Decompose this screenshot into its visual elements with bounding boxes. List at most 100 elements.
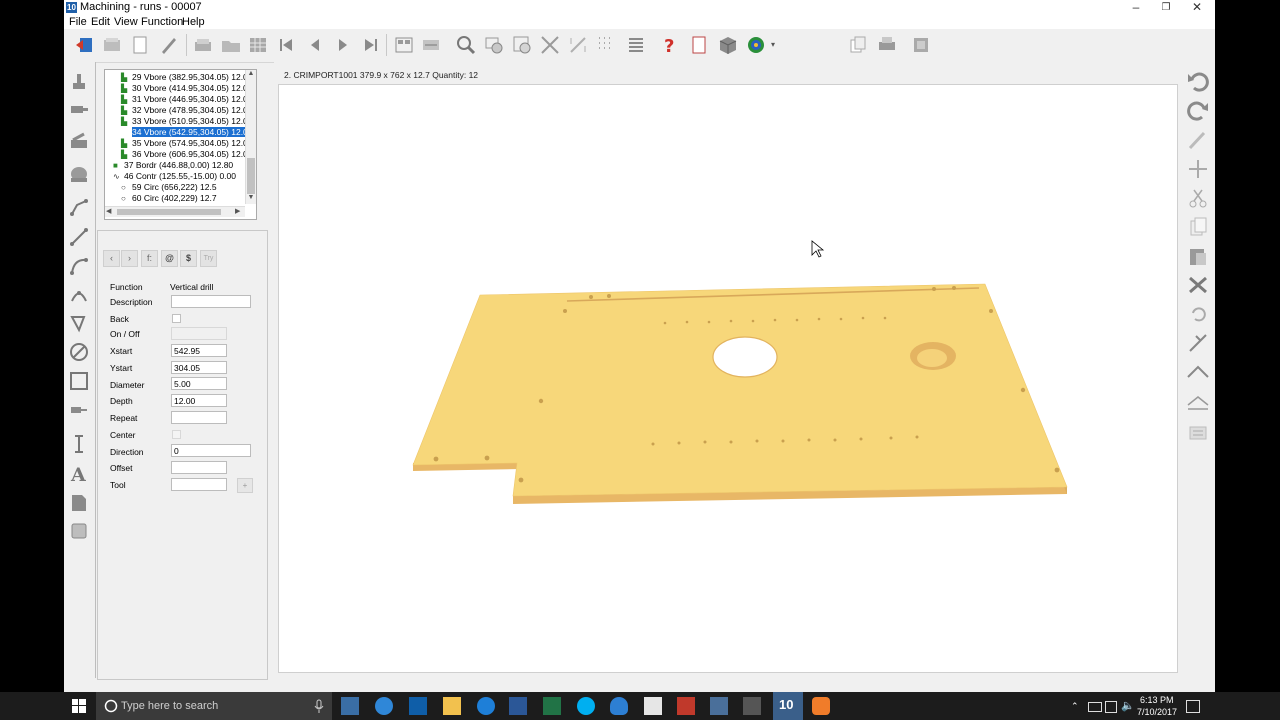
- formula-button[interactable]: f:: [141, 250, 158, 267]
- import-icon[interactable]: [74, 34, 96, 56]
- saw-icon[interactable]: [68, 130, 90, 152]
- delete-icon[interactable]: [1186, 274, 1210, 296]
- menu-function[interactable]: Function: [141, 16, 183, 28]
- restore-icon[interactable]: ❐: [1151, 0, 1181, 15]
- optimize-icon[interactable]: [420, 34, 442, 56]
- layout-icon[interactable]: [393, 34, 415, 56]
- tool-field[interactable]: [171, 478, 227, 491]
- open-icon[interactable]: [101, 34, 123, 56]
- panel-part[interactable]: [412, 283, 1068, 504]
- circle-icon[interactable]: [68, 341, 90, 363]
- export-icon[interactable]: [910, 34, 932, 56]
- tree-item[interactable]: ▙ 31 Vbore (446.95,304.05) 12.00: [109, 94, 253, 105]
- move-icon[interactable]: [1186, 158, 1210, 180]
- rectangle-icon[interactable]: [68, 370, 90, 392]
- list-icon[interactable]: [624, 34, 646, 56]
- properties-icon[interactable]: [1186, 422, 1210, 444]
- try-button[interactable]: Try: [200, 250, 217, 267]
- text-cursor-icon[interactable]: [68, 433, 90, 455]
- folder-icon[interactable]: [220, 34, 242, 56]
- pencil-icon[interactable]: [1186, 129, 1210, 151]
- minimize-icon[interactable]: –: [1121, 0, 1151, 15]
- clock-date[interactable]: 7/10/2017: [1137, 707, 1177, 717]
- zoom-icon[interactable]: [455, 34, 477, 56]
- tool-browse-button[interactable]: +: [237, 478, 253, 493]
- paste-icon[interactable]: [1186, 245, 1210, 267]
- tree-item[interactable]: ▙ 29 Vbore (382.95,304.05) 12.00: [109, 72, 253, 83]
- center-checkbox[interactable]: [172, 430, 181, 439]
- disc-icon[interactable]: [68, 163, 90, 185]
- settings-app-icon[interactable]: [743, 697, 761, 715]
- outlook-icon[interactable]: [409, 697, 427, 715]
- tree-item[interactable]: ▙ 30 Vbore (414.95,304.05) 12.00: [109, 83, 253, 94]
- tree-item[interactable]: ▙ 33 Vbore (510.95,304.05) 12.00: [109, 116, 253, 127]
- last-icon[interactable]: [360, 34, 382, 56]
- grid-icon[interactable]: [247, 34, 269, 56]
- panel-icon[interactable]: [68, 520, 90, 542]
- zoom-fit-icon[interactable]: [511, 34, 533, 56]
- onedrive-icon[interactable]: [610, 697, 628, 715]
- zoom-window-icon[interactable]: [483, 34, 505, 56]
- chrome-icon[interactable]: [375, 697, 393, 715]
- scroll-down-icon[interactable]: ▼: [246, 194, 256, 204]
- repeat-field[interactable]: [171, 411, 227, 424]
- tree-hscroll-thumb[interactable]: [117, 209, 221, 215]
- depth-field[interactable]: 12.00: [171, 394, 227, 407]
- extend-icon[interactable]: [1186, 361, 1210, 383]
- label-icon[interactable]: [68, 492, 90, 514]
- offset-field[interactable]: [171, 461, 227, 474]
- network-icon[interactable]: [1105, 701, 1117, 713]
- prev-property-button[interactable]: ‹: [103, 250, 120, 267]
- previous-icon[interactable]: [304, 34, 326, 56]
- polyline-icon[interactable]: [68, 196, 90, 218]
- measure-icon[interactable]: [539, 34, 561, 56]
- help-icon[interactable]: ?: [658, 34, 680, 56]
- xstart-field[interactable]: 542.95: [171, 344, 227, 357]
- cut-icon[interactable]: [1186, 187, 1210, 209]
- microphone-icon[interactable]: [314, 699, 324, 713]
- tree-item[interactable]: ○ 59 Circ (656,222) 12.5: [109, 182, 217, 193]
- next-property-button[interactable]: ›: [121, 250, 138, 267]
- notifications-icon[interactable]: [1186, 700, 1200, 713]
- tree-item[interactable]: ▙ 34 Vbore (542.95,304.05) 12.00: [109, 127, 253, 138]
- at-button[interactable]: @: [161, 250, 178, 267]
- file-explorer-icon[interactable]: [443, 697, 461, 715]
- next-icon[interactable]: [332, 34, 354, 56]
- volume-icon[interactable]: 🔈: [1121, 699, 1135, 712]
- tree-item[interactable]: ▙ 35 Vbore (574.95,304.05) 12.00: [109, 138, 253, 149]
- rotate-icon[interactable]: [1186, 303, 1210, 325]
- skype-icon[interactable]: [577, 697, 595, 715]
- tray-chevron-icon[interactable]: ⌃: [1071, 701, 1079, 712]
- line-icon[interactable]: [68, 226, 90, 248]
- dollar-button[interactable]: $: [180, 250, 197, 267]
- battery-icon[interactable]: [1088, 702, 1102, 712]
- app-orange-icon[interactable]: [812, 697, 830, 715]
- app-red-icon[interactable]: [677, 697, 695, 715]
- stack-icon[interactable]: [192, 34, 214, 56]
- direction-field[interactable]: 0: [171, 444, 251, 457]
- menu-help[interactable]: Help: [182, 16, 205, 28]
- operations-tree[interactable]: ▙ 29 Vbore (382.95,304.05) 12.00 ▙ 30 Vbore…: [104, 69, 257, 220]
- copy-icon[interactable]: [1186, 216, 1210, 238]
- scroll-left-icon[interactable]: ◀: [106, 207, 111, 215]
- close-icon[interactable]: ✕: [1182, 0, 1212, 15]
- tree-vertical-scrollbar[interactable]: ▲ ▼: [245, 70, 256, 204]
- pocket-icon[interactable]: [68, 399, 90, 421]
- report-icon[interactable]: [688, 34, 710, 56]
- task-view-icon[interactable]: [341, 697, 359, 715]
- tree-horizontal-scrollbar[interactable]: ◀ ▶: [105, 206, 245, 217]
- word-icon[interactable]: [509, 697, 527, 715]
- 3d-viewport[interactable]: [278, 84, 1178, 673]
- diameter-field[interactable]: 5.00: [171, 377, 227, 390]
- tree-item[interactable]: ○ 60 Circ (402,229) 12.7: [109, 193, 217, 204]
- grid-dots-icon[interactable]: [595, 34, 617, 56]
- scroll-right-icon[interactable]: ▶: [235, 207, 240, 215]
- excel-icon[interactable]: [543, 697, 561, 715]
- windows-start-icon[interactable]: [72, 699, 86, 713]
- edge-icon[interactable]: [477, 697, 495, 715]
- copy-sheet-icon[interactable]: [847, 34, 869, 56]
- dropdown-arrow-icon[interactable]: ▾: [771, 40, 775, 49]
- menu-view[interactable]: View: [114, 16, 138, 28]
- clock-time[interactable]: 6:13 PM: [1140, 695, 1174, 705]
- app-window-icon[interactable]: [710, 697, 728, 715]
